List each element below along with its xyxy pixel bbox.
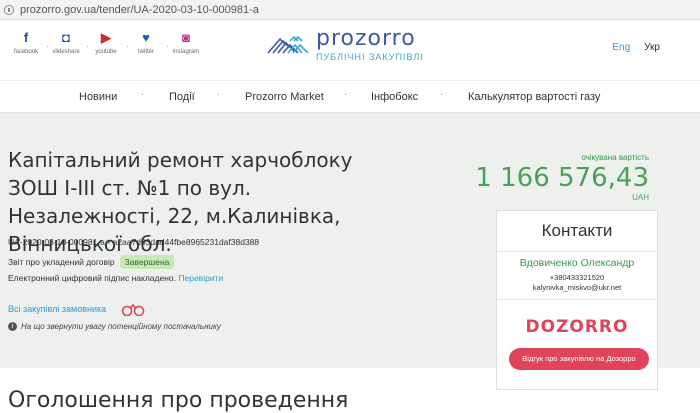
site-header: f facebook · ◘ slideshare · ▶ youtube · … <box>0 20 700 80</box>
nav-item-gas-calculator[interactable]: Калькулятор вартості газу <box>468 91 600 103</box>
tender-id: UA-2020-03-10-000981-a <box>8 237 105 247</box>
social-slideshare[interactable]: ◘ slideshare · <box>46 30 89 55</box>
address-url[interactable]: prozorro.gov.ua/tender/UA-2020-03-10-000… <box>20 4 259 16</box>
nav-item-news[interactable]: Новини <box>79 91 117 103</box>
dozorro-review-button[interactable]: Відгук про закупівлю на Дозорро <box>509 348 649 370</box>
contact-name: Вдовиченко Олександр <box>519 257 635 269</box>
slideshare-icon: ◘ <box>62 30 70 45</box>
prozorro-logo-mark-icon <box>264 31 312 59</box>
social-label: facebook <box>13 49 39 55</box>
attention-text: На що звернути увагу потенційному постач… <box>21 322 221 331</box>
contact-phone: +380433321520 <box>549 273 605 282</box>
main-nav: Новини · Події · Prozorro Market · Інфоб… <box>0 80 700 113</box>
lock-icon <box>4 4 14 15</box>
nav-item-infobox[interactable]: Інфобокс <box>371 91 418 103</box>
divider <box>497 299 657 300</box>
youtube-icon: ▶ <box>101 30 111 45</box>
dozorro-logo: DOZORRO <box>525 317 629 337</box>
report-label: Звіт про укладений договір <box>8 257 115 267</box>
social-instagram[interactable]: ◙ instagram <box>166 30 206 55</box>
lang-eng-link[interactable]: Eng <box>612 42 630 53</box>
social-label: youtube <box>95 49 117 55</box>
verify-signature-link[interactable]: Перевірити <box>178 273 223 283</box>
social-facebook[interactable]: f facebook · <box>6 30 49 55</box>
social-youtube[interactable]: ▶ youtube · <box>86 30 129 55</box>
nav-item-prozorro-market[interactable]: Prozorro Market <box>245 91 324 103</box>
logo-name: prozorro <box>316 26 416 51</box>
expected-value-amount: 1 166 576,43 <box>475 163 649 193</box>
logo-subtitle: ПУБЛІЧНІ ЗАКУПІВЛІ <box>316 52 424 62</box>
announcement-heading: Оголошення про проведення <box>8 388 349 413</box>
tender-id-line: UA-2020-03-10-000981-a • a2aa7d03dad44fb… <box>8 237 259 247</box>
binoculars-icon[interactable] <box>120 302 146 316</box>
browser-address-bar[interactable]: prozorro.gov.ua/tender/UA-2020-03-10-000… <box>0 0 700 20</box>
currency-label: UAH <box>632 193 649 202</box>
all-purchases-link[interactable]: Всі закупівлі замовника <box>8 304 106 314</box>
contract-report-line: Звіт про укладений договір Завершена <box>8 255 175 269</box>
facebook-icon: f <box>23 30 29 45</box>
social-twitter[interactable]: ♥ twitter · <box>126 30 169 55</box>
contacts-card: Контакти Вдовиченко Олександр +380433321… <box>496 210 658 390</box>
nav-item-events[interactable]: Події <box>169 91 195 103</box>
language-switcher: Eng Укр <box>612 42 660 53</box>
lang-ukr-link[interactable]: Укр <box>644 42 660 53</box>
prozorro-logo[interactable]: prozorro ПУБЛІЧНІ ЗАКУПІВЛІ <box>264 28 424 62</box>
twitter-icon: ♥ <box>142 30 150 45</box>
contacts-heading: Контакти <box>541 221 613 240</box>
tender-hash: a2aa7d03dad44fbe8965231daf38d388 <box>112 237 260 247</box>
info-icon: i <box>8 322 17 331</box>
signature-text: Електронний цифровий підпис накладено. <box>8 273 177 283</box>
social-links: f facebook · ◘ slideshare · ▶ youtube · … <box>6 30 206 55</box>
divider <box>497 251 657 252</box>
supplier-attention-note[interactable]: i На що звернути увагу потенційному пост… <box>8 322 221 331</box>
signature-line: Електронний цифровий підпис накладено. П… <box>8 273 223 283</box>
status-badge: Завершена <box>119 255 175 269</box>
contact-email[interactable]: kalynivka_miskvo@ukr.net <box>497 283 657 292</box>
instagram-icon: ◙ <box>182 30 190 45</box>
social-label: slideshare <box>52 49 80 55</box>
social-label: twitter <box>137 49 154 55</box>
social-label: instagram <box>172 49 200 55</box>
expected-value-label: очікувана вартість <box>581 153 649 162</box>
